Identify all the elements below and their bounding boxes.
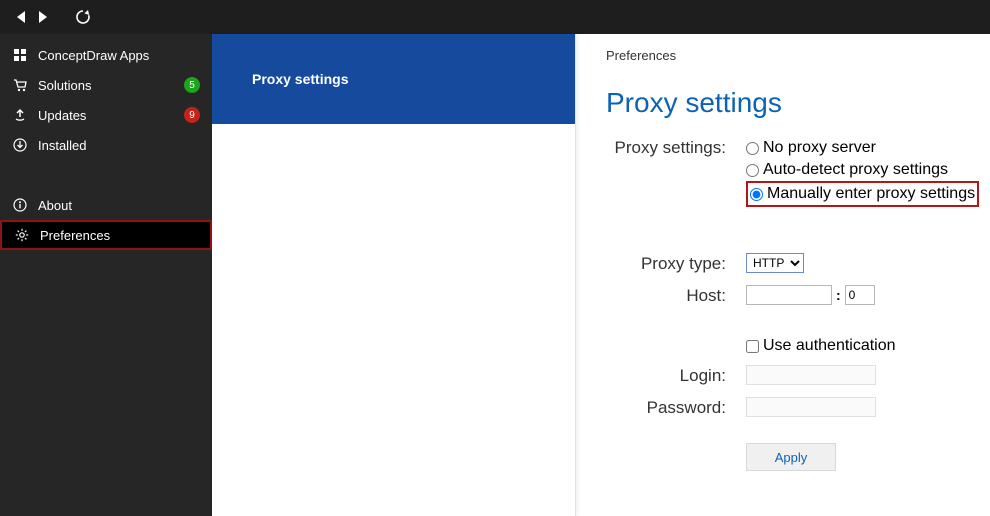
sidebar-item-label: Solutions <box>38 78 91 93</box>
radio-label: Manually enter proxy settings <box>767 185 975 203</box>
gear-icon <box>14 227 30 243</box>
sidebar-item-label: About <box>38 198 72 213</box>
badge-solutions: 5 <box>184 77 200 93</box>
mid-body <box>212 124 575 516</box>
password-label: Password: <box>606 397 726 419</box>
proxy-settings-label: Proxy settings: <box>606 137 726 159</box>
triangle-left-icon <box>15 10 27 24</box>
host-port-separator: : <box>836 287 841 303</box>
radio-label: Auto-detect proxy settings <box>763 161 948 179</box>
sidebar-item-solutions[interactable]: Solutions 5 <box>0 70 212 100</box>
radio-auto-detect-input[interactable] <box>746 164 759 177</box>
proxy-settings-radios: No proxy server Auto-detect proxy settin… <box>746 137 990 207</box>
proxy-type-label: Proxy type: <box>606 253 726 275</box>
login-input[interactable] <box>746 365 876 385</box>
radio-no-proxy[interactable]: No proxy server <box>746 137 990 159</box>
forward-button[interactable] <box>32 6 54 28</box>
radio-manual[interactable]: Manually enter proxy settings <box>750 183 975 205</box>
sidebar-item-preferences[interactable]: Preferences <box>0 220 212 250</box>
back-button[interactable] <box>10 6 32 28</box>
refresh-icon <box>75 9 91 25</box>
sidebar-item-label: Installed <box>38 138 86 153</box>
sidebar-item-updates[interactable]: Updates 9 <box>0 100 212 130</box>
password-input[interactable] <box>746 397 876 417</box>
updates-icon <box>12 107 28 123</box>
apply-button[interactable]: Apply <box>746 443 836 471</box>
sidebar-item-about[interactable]: About <box>0 190 212 220</box>
radio-manual-input[interactable] <box>750 188 763 201</box>
badge-updates: 9 <box>184 107 200 123</box>
page-title: Proxy settings <box>606 87 990 119</box>
info-icon <box>12 197 28 213</box>
host-label: Host: <box>606 285 726 307</box>
login-label: Login: <box>606 365 726 387</box>
radio-label: No proxy server <box>763 139 876 157</box>
proxy-type-select[interactable]: HTTP <box>746 253 804 273</box>
sidebar-item-label: Updates <box>38 108 86 123</box>
content: Preferences Proxy settings Proxy setting… <box>576 34 990 516</box>
use-auth-checkbox[interactable] <box>746 340 759 353</box>
mid-header: Proxy settings <box>212 34 575 124</box>
download-icon <box>12 137 28 153</box>
radio-no-proxy-input[interactable] <box>746 142 759 155</box>
sidebar: ConceptDraw Apps Solutions 5 Updates 9 <box>0 34 212 516</box>
topbar <box>0 0 990 34</box>
host-input[interactable] <box>746 285 832 305</box>
mid-column: Proxy settings <box>212 34 576 516</box>
sidebar-item-apps[interactable]: ConceptDraw Apps <box>0 40 212 70</box>
radio-auto-detect[interactable]: Auto-detect proxy settings <box>746 159 990 181</box>
use-auth-label: Use authentication <box>763 337 896 355</box>
mid-header-title: Proxy settings <box>252 71 348 87</box>
triangle-right-icon <box>37 10 49 24</box>
grid-icon <box>12 47 28 63</box>
port-input[interactable] <box>845 285 875 305</box>
radio-manual-highlight: Manually enter proxy settings <box>746 181 979 207</box>
breadcrumb: Preferences <box>606 48 990 63</box>
cart-icon <box>12 77 28 93</box>
sidebar-item-installed[interactable]: Installed <box>0 130 212 160</box>
refresh-button[interactable] <box>72 6 94 28</box>
sidebar-item-label: ConceptDraw Apps <box>38 48 149 63</box>
sidebar-item-label: Preferences <box>40 228 110 243</box>
